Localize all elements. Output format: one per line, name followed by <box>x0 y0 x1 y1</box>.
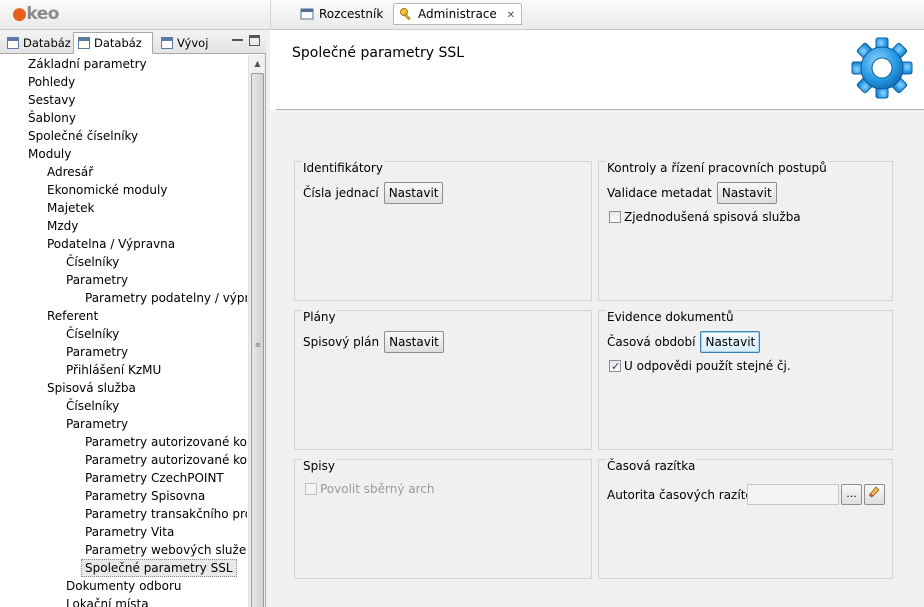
file-plan-set-button[interactable]: Nastavit <box>384 331 444 353</box>
main-editor: Společné parametry SSL Identifikátory Čí… <box>270 30 924 607</box>
group-timestamps: Časová razítka Autorita časových razítek… <box>598 459 893 579</box>
close-icon[interactable]: ✕ <box>507 6 515 26</box>
tree-item[interactable]: Majetek <box>47 199 94 217</box>
tree-item[interactable]: Referent <box>47 307 98 325</box>
window-icon <box>300 7 314 21</box>
checkbox-label: Zjednodušená spisová služba <box>624 210 801 224</box>
gear-icon <box>850 36 914 100</box>
metadata-validation-set-button[interactable]: Nastavit <box>716 182 777 204</box>
group-title: Evidence dokumentů <box>606 310 735 324</box>
checkbox-box[interactable] <box>609 358 621 376</box>
tree-item[interactable]: Parametry <box>66 415 128 433</box>
keo-logo: ●keo <box>12 4 59 24</box>
page-title: Společné parametry SSL <box>292 45 465 61</box>
group-identifiers: Identifikátory Čísla jednací Nastavit <box>294 161 592 301</box>
editor-tab-label: Administrace <box>418 7 497 21</box>
checkbox-box[interactable] <box>609 211 621 223</box>
tree-item[interactable]: Parametry Spisovna <box>85 487 205 505</box>
view-tab-databaz-1[interactable]: Databáz <box>2 32 72 54</box>
minimize-icon[interactable] <box>232 35 243 41</box>
group-title: Plány <box>302 310 337 324</box>
tree-item[interactable]: Přihlášení KzMU <box>66 361 161 379</box>
tree-item[interactable]: Základní parametry <box>28 55 147 73</box>
group-title: Kontroly a řízení pracovních postupů <box>606 161 828 175</box>
tree-item[interactable]: Podatelna / Výpravna <box>47 235 175 253</box>
view-icon <box>78 37 90 49</box>
row-timestamp-authority: Autorita časových razítek <box>607 484 760 506</box>
tree-item[interactable]: Parametry autorizované konve <box>85 433 247 451</box>
tree-item[interactable]: Parametry <box>66 343 128 361</box>
tree-item[interactable]: Parametry <box>66 271 128 289</box>
same-reference-checkbox[interactable]: U odpovědi použít stejné čj. <box>607 357 791 376</box>
field-label: Validace metadat <box>607 186 712 200</box>
maximize-icon[interactable] <box>249 35 260 46</box>
tree-item[interactable]: Parametry autorizované konve <box>85 451 247 469</box>
tree-item[interactable]: Parametry Vita <box>85 523 174 541</box>
tree-item[interactable]: Moduly <box>28 145 71 163</box>
collection-sheet-checkbox[interactable]: Povolit sběrný arch <box>303 480 435 498</box>
time-periods-set-button[interactable]: Nastavit <box>700 331 761 353</box>
view-tab-databaz-2[interactable]: Databáz <box>73 32 153 54</box>
navigation-tree: Základní parametry Pohledy Sestavy Šablony S… <box>0 55 247 607</box>
group-title: Časová razítka <box>606 459 697 473</box>
group-document-evidence: Evidence dokumentů Časová období Nastavit… <box>598 310 893 450</box>
tree-item[interactable]: Lokační místa <box>66 595 149 607</box>
editor-tab-label: Rozcestník <box>319 7 384 21</box>
row-metadata-validation: Validace metadat Nastavit <box>607 182 777 204</box>
tree-item[interactable]: Číselníky <box>66 325 119 343</box>
tree-item[interactable]: Pohledy <box>28 73 75 91</box>
tree-item[interactable]: Spisová služba <box>47 379 136 397</box>
group-files: Spisy Povolit sběrný arch <box>294 459 592 579</box>
tree-item[interactable]: Společné parametry SSL <box>81 559 237 577</box>
view-tab-vyvoj[interactable]: Vývoj <box>156 32 212 54</box>
tree-item[interactable]: Mzdy <box>47 217 78 235</box>
checkbox-box[interactable] <box>305 483 317 495</box>
field-label: Autorita časových razítek <box>607 488 760 502</box>
top-bar: ●keo Rozcestník Administrace ✕ <box>0 0 924 30</box>
tree-item[interactable]: Parametry CzechPOINT <box>85 469 224 487</box>
logo-separator <box>270 0 271 30</box>
view-icon <box>7 37 19 49</box>
tree-item[interactable]: Šablony <box>28 109 76 127</box>
editor-tab-administrace[interactable]: Administrace ✕ <box>393 3 523 26</box>
group-workflow-controls: Kontroly a řízení pracovních postupů Val… <box>598 161 893 301</box>
tree-item[interactable]: Číselníky <box>66 253 119 271</box>
navigator-panel: Databáz Databáz Vývoj Základní parametry… <box>0 30 266 607</box>
tree-item[interactable]: Parametry podatelny / výpravn <box>85 289 247 307</box>
tree-item[interactable]: Parametry transakčního protok <box>85 505 247 523</box>
timestamp-authority-input[interactable] <box>747 484 839 505</box>
checkbox-label: Povolit sběrný arch <box>320 482 435 496</box>
scrollbar-thumb[interactable]: ≡ <box>251 73 264 607</box>
tree-item[interactable]: Ekonomické moduly <box>47 181 167 199</box>
eraser-icon <box>868 486 881 501</box>
tree-item[interactable]: Parametry webových služeb <box>85 541 247 559</box>
field-label: Spisový plán <box>303 335 380 349</box>
field-label: Čísla jednací <box>303 186 379 200</box>
scroll-up-icon[interactable]: ▲ <box>249 55 266 72</box>
reference-numbers-set-button[interactable]: Nastavit <box>383 182 444 204</box>
tree-item[interactable]: Dokumenty odboru <box>66 577 182 595</box>
row-time-periods: Časová období Nastavit <box>607 331 761 353</box>
editor-tab-rozcestnik[interactable]: Rozcestník <box>294 3 390 25</box>
tree-item[interactable]: Společné číselníky <box>28 127 138 145</box>
simplified-service-checkbox[interactable]: Zjednodušená spisová služba <box>607 208 801 226</box>
tree-item[interactable]: Sestavy <box>28 91 76 109</box>
group-title: Spisy <box>302 459 336 473</box>
tree-scrollbar[interactable]: ▲ ≡ <box>248 55 265 607</box>
view-tab-bar: Databáz Databáz Vývoj <box>0 30 266 54</box>
group-title: Identifikátory <box>302 161 384 175</box>
main-header: Společné parametry SSL <box>270 30 924 110</box>
group-plans: Plány Spisový plán Nastavit <box>294 310 592 450</box>
tree-item[interactable]: Adresář <box>47 163 93 181</box>
view-icon <box>161 37 173 49</box>
browse-button[interactable]: ... <box>841 484 862 505</box>
key-icon <box>399 7 413 21</box>
row-file-plan: Spisový plán Nastavit <box>303 331 444 353</box>
field-label: Časová období <box>607 335 696 349</box>
checkbox-label: U odpovědi použít stejné čj. <box>624 359 791 373</box>
tree-item[interactable]: Číselníky <box>66 397 119 415</box>
clear-button[interactable] <box>864 484 885 505</box>
settings-body: Identifikátory Čísla jednací Nastavit Kon… <box>270 110 924 607</box>
row-reference-numbers: Čísla jednací Nastavit <box>303 182 444 204</box>
